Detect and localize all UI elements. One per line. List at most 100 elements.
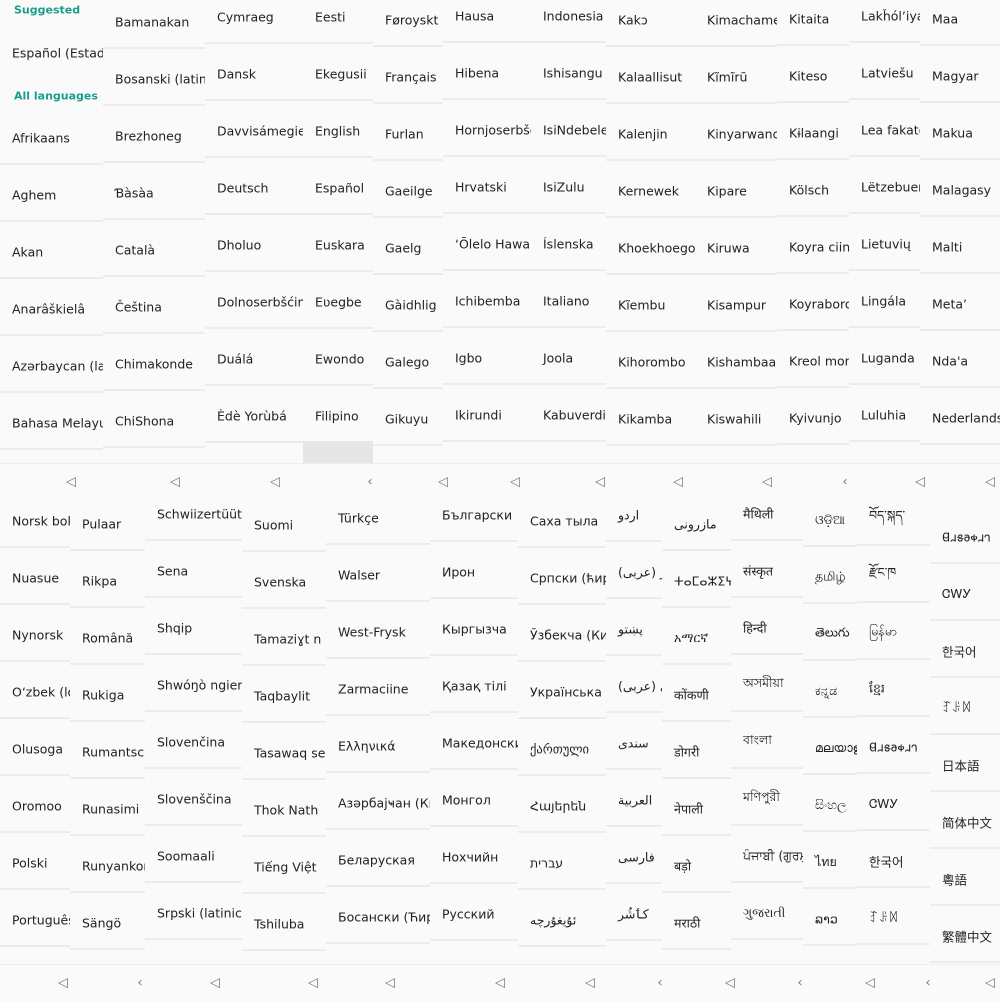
language-item[interactable]: မြန်မာ [857,603,930,660]
language-item[interactable]: Bahasa Melayu [0,393,103,450]
language-item[interactable]: Khoekhoegowab [606,218,695,275]
language-item[interactable]: ⵜⴰⵎⴰⵣⵉⵖⵜ [662,551,731,608]
language-item[interactable]: Furlan [373,104,443,161]
language-item[interactable]: Ewondo [303,329,373,386]
language-item[interactable]: ʻŌlelo Hawaiʻi [443,214,531,271]
language-item[interactable]: ᏣᎳᎩ [857,774,930,831]
language-item[interactable]: தமிழ் [803,547,857,604]
language-item[interactable]: ไทย [803,832,857,889]
language-item[interactable]: Kitaita [777,0,849,46]
language-item[interactable]: Joola [531,328,606,385]
language-item[interactable]: Zarmaciine [326,659,430,716]
language-item[interactable]: 한국어 [857,831,930,888]
back-triangle-icon[interactable]: ◁ [58,976,68,991]
language-item[interactable]: Kĩembu [606,275,695,332]
language-item[interactable]: Азәрбајҹан (Кирил) [326,773,430,830]
language-item[interactable]: Oʻzbek (lotin) [0,662,70,719]
language-item[interactable]: Română [70,608,145,665]
language-item[interactable]: Kalaallisut [606,47,695,104]
language-item[interactable]: Maa [920,0,1000,46]
language-item[interactable]: Runasimi [70,779,145,836]
back-triangle-icon[interactable]: ◁ [865,976,875,991]
language-item[interactable]: Gàidhlig [373,275,443,332]
language-item[interactable]: Lëtzebuergesch [849,157,920,214]
language-item[interactable]: Босански (Ћирилица) [326,887,430,944]
language-item[interactable]: Slovenčina [145,712,242,769]
language-item[interactable]: Rukiga [70,665,145,722]
language-item[interactable]: संस्कृत [731,541,803,598]
language-item[interactable]: West-Frysk [326,602,430,659]
language-item[interactable]: Pulaar [70,500,145,551]
language-item[interactable]: Suomi [242,500,326,552]
language-item[interactable]: 简体中文 [930,792,1000,849]
language-item[interactable]: Duálá [205,329,303,386]
back-triangle-icon[interactable]: ◁ [595,475,605,490]
language-item[interactable]: मराठी [662,893,731,950]
language-item[interactable]: አማርኛ [662,608,731,665]
language-item[interactable]: Ndaꞌa [920,331,1000,388]
language-item[interactable]: Nuasue [0,548,70,605]
language-item[interactable]: 𐐔𐐯𐑅𐐨𐑉𐐯𐐻 [930,507,1000,564]
language-item[interactable]: ગુજરાતી [731,883,803,940]
language-item[interactable]: Afrikaans [0,108,103,165]
language-item[interactable]: Lea fakatonga [849,100,920,157]
language-item[interactable]: Hrvatski [443,157,531,214]
language-item[interactable]: Հայերեն [518,776,606,833]
language-item[interactable]: Kimachame [695,0,777,47]
language-item[interactable]: Català [103,220,205,277]
language-item[interactable]: Malti [920,217,1000,274]
language-item[interactable]: डोगरी [662,722,731,779]
language-item[interactable]: Kabuverdianu [531,385,606,442]
language-item[interactable]: മലയാളം [803,718,857,775]
language-item[interactable]: Latviešu [849,43,920,100]
language-item[interactable]: हिन्दी [731,598,803,655]
language-item[interactable]: IsiNdebele [531,100,606,157]
language-item[interactable]: Luluhia [849,385,920,442]
language-item[interactable]: Nynorsk [0,605,70,662]
language-item[interactable]: Brezhoneg [103,106,205,163]
language-item[interactable]: Tshiluba [242,894,326,951]
back-triangle-icon[interactable]: ◁ [915,475,925,490]
language-item[interactable]: ಕನ್ನಡ [803,661,857,718]
language-item[interactable]: Српски (ћирилица) [518,548,606,605]
language-item[interactable]: Български [430,500,518,542]
language-item[interactable]: Nederlands [920,388,1000,445]
back-triangle-icon[interactable]: ◁ [585,976,595,991]
language-item[interactable]: English [303,101,373,158]
language-item[interactable]: Kĩmĩrũ [695,47,777,104]
language-item[interactable]: 𐐔𐐯𐑅𐐨𐑉𐐯𐐻 [857,717,930,774]
language-item[interactable]: Ekegusii [303,44,373,101]
language-item[interactable]: Eesti [303,0,373,44]
language-item[interactable]: Shqip [145,598,242,655]
back-triangle-icon[interactable]: ‹ [657,976,662,991]
language-item[interactable]: Èdè Yorùbá [205,386,303,443]
language-item[interactable]: Gaelg [373,218,443,275]
back-triangle-icon[interactable]: ‹ [925,976,930,991]
language-item[interactable]: Azərbaycan (latın) [0,336,103,393]
language-item[interactable]: བོད་སྐད་ [857,500,930,546]
language-item[interactable]: मैथिली [731,500,803,541]
language-item[interactable]: Polski [0,833,70,890]
back-triangle-icon[interactable]: ‹ [797,976,802,991]
language-item[interactable]: नेपाली [662,779,731,836]
language-item[interactable]: Rikpa [70,551,145,608]
language-item[interactable]: Makua [920,103,1000,160]
language-item[interactable]: মণিপুরী [731,769,803,826]
language-item[interactable]: ꆈꌠꉙ [930,678,1000,735]
language-item[interactable]: پښتو [606,599,662,656]
language-item[interactable]: Akan [0,222,103,279]
back-triangle-icon[interactable]: ‹ [137,976,142,991]
language-item[interactable]: کٲشُر (عربی) [606,542,662,599]
language-item[interactable]: Hornjoserbšćina [443,100,531,157]
language-item[interactable]: Tamaziɣt n laṭlaṣ [242,609,326,666]
language-item[interactable]: Kikamba [606,389,695,446]
language-item[interactable]: Sängö [70,893,145,950]
language-item[interactable]: बड़ो [662,836,731,893]
language-item[interactable]: Gikuyu [373,389,443,446]
language-item[interactable]: پنجابی (عربی) [606,656,662,713]
back-triangle-icon[interactable]: ◁ [210,976,220,991]
language-item[interactable]: 한국어 [930,621,1000,678]
language-item[interactable]: Davvisámegiella [205,101,303,158]
language-item[interactable]: Ўзбекча (Кирил) [518,605,606,662]
back-triangle-icon[interactable]: ◁ [495,976,505,991]
